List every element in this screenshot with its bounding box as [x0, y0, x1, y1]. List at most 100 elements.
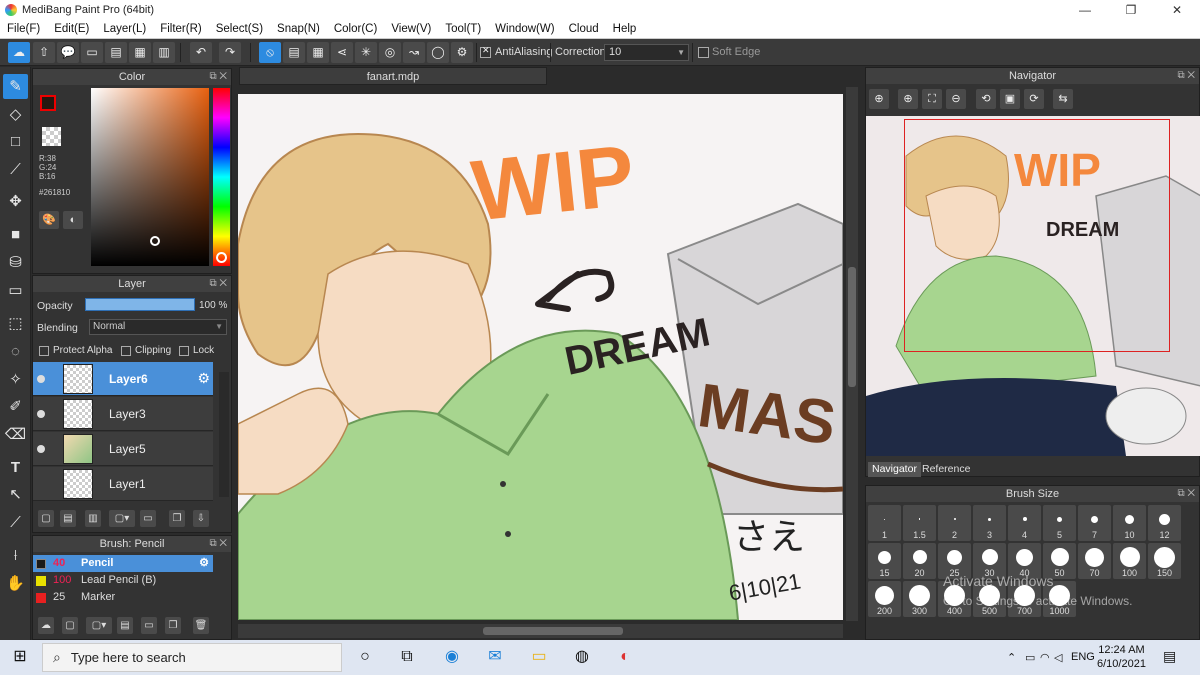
network-icon[interactable]: ◠ [1040, 651, 1050, 664]
volume-icon[interactable]: ◁ [1054, 651, 1062, 664]
hue-slider-knob[interactable] [216, 252, 227, 263]
vanishing-snap-icon[interactable]: ⋖ [331, 42, 353, 63]
text-tool-icon[interactable]: T [3, 455, 28, 480]
delete-brush-icon[interactable]: 🗑 [193, 617, 209, 634]
brush-size-option[interactable]: 2 [938, 505, 971, 541]
notification-icon[interactable]: ▤ [1163, 648, 1176, 665]
clipping-checkbox[interactable]: Clipping [121, 345, 171, 356]
drawing-canvas[interactable]: WIP DREAM MAS さえ 6|10|21 [238, 94, 843, 620]
menu-cloud[interactable]: Cloud [562, 23, 606, 35]
visibility-icon[interactable] [37, 375, 45, 383]
zoom-out-icon[interactable]: ⊖ [946, 89, 966, 109]
canvas-vertical-scrollbar[interactable] [846, 87, 858, 621]
menu-snap[interactable]: Snap(N) [270, 23, 327, 35]
canvas-horizontal-scrollbar[interactable] [238, 624, 843, 638]
brush-size-option[interactable]: 100 [1113, 543, 1146, 579]
mail-icon[interactable]: ✉ [483, 646, 507, 668]
scroll-thumb[interactable] [848, 267, 856, 387]
brush-size-option[interactable]: 10 [1113, 505, 1146, 541]
tab-navigator[interactable]: Navigator [868, 462, 921, 477]
fill-rect-icon[interactable]: ■ [3, 222, 28, 247]
speech-icon[interactable]: ▭ [81, 42, 103, 63]
panel-controls-icon[interactable]: ⧉ ✕ [1177, 486, 1195, 502]
tab-reference[interactable]: Reference [918, 462, 974, 477]
new-layer-8bit-icon[interactable]: ▥ [85, 510, 101, 527]
foreground-color-swatch[interactable] [40, 95, 56, 111]
panel-controls-icon[interactable]: ⧉ ✕ [1177, 68, 1195, 84]
rectangle-select-icon[interactable]: □ [3, 129, 28, 154]
flip-horizontal-icon[interactable]: ⇆ [1053, 89, 1073, 109]
tray-chevron-icon[interactable]: ⌃ [1007, 651, 1016, 664]
grid-snap-icon[interactable]: ▦ [307, 42, 329, 63]
medibang-icon[interactable]: ◐ [613, 646, 637, 668]
new-halftone-layer-icon[interactable]: ▤ [60, 510, 76, 527]
battery-icon[interactable]: ▭ [1025, 651, 1035, 664]
eyedropper-icon[interactable]: ⟊ [3, 543, 28, 568]
file-explorer-icon[interactable]: ▭ [527, 646, 551, 668]
menu-filter[interactable]: Filter(R) [153, 23, 209, 35]
color-settings-icon[interactable]: ◐ [63, 211, 83, 229]
blending-select[interactable]: Normal ▼ [89, 319, 227, 335]
operation-icon[interactable]: ↖ [3, 482, 28, 507]
undo-icon[interactable]: ↶ [190, 42, 212, 63]
taskbar-search[interactable]: ⌕ Type here to search [42, 643, 342, 672]
upload-icon[interactable]: ⇧ [33, 42, 55, 63]
duplicate-brush-icon[interactable]: ❐ [165, 617, 181, 634]
restore-button[interactable]: ❐ [1108, 0, 1154, 20]
brush-size-option[interactable]: 200 [868, 581, 901, 617]
gradient-icon[interactable]: ▭ [3, 278, 28, 303]
select-pen-icon[interactable]: ✐ [3, 394, 28, 419]
select-eraser-icon[interactable]: ⌫ [3, 422, 28, 447]
color-picker-cursor[interactable] [150, 236, 160, 246]
add-brush-menu-icon[interactable]: ▢▾ [86, 617, 112, 634]
menu-view[interactable]: View(V) [384, 23, 438, 35]
lock-checkbox[interactable]: Lock [179, 345, 214, 356]
snap-off-icon[interactable]: ⦸ [259, 42, 281, 63]
layer-row[interactable]: Layer5 [33, 432, 213, 466]
brush-folder-icon[interactable]: ▭ [141, 617, 157, 634]
brush-size-option[interactable]: 5 [1043, 505, 1076, 541]
folder-icon[interactable]: ▭ [140, 510, 156, 527]
chrome-icon[interactable]: ◍ [570, 646, 594, 668]
cloud-brush-icon[interactable]: ☁ [38, 617, 54, 634]
language-indicator[interactable]: ENG [1071, 651, 1095, 663]
merge-layer-icon[interactable]: ⇩ [193, 510, 209, 527]
navigator-preview[interactable]: WIP DREAM [866, 116, 1200, 456]
layer-scrollbar[interactable] [219, 372, 229, 497]
circle-snap-icon[interactable]: ◎ [379, 42, 401, 63]
visibility-icon[interactable] [37, 410, 45, 418]
cloud-icon[interactable]: ☁ [8, 42, 30, 63]
brush-size-option[interactable]: 150 [1148, 543, 1181, 579]
softedge-checkbox[interactable] [698, 47, 709, 58]
brush-size-option[interactable]: 1.5 [903, 505, 936, 541]
duplicate-layer-icon[interactable]: ❐ [169, 510, 185, 527]
menu-select[interactable]: Select(S) [209, 23, 270, 35]
antialiasing-checkbox[interactable] [480, 45, 491, 58]
brush-size-option[interactable]: 7 [1078, 505, 1111, 541]
menu-color[interactable]: Color(C) [327, 23, 384, 35]
correction-select[interactable]: 10 ▼ [604, 44, 689, 61]
layer-row[interactable]: Layer3 [33, 397, 213, 431]
brush-size-option[interactable]: 20 [903, 543, 936, 579]
rotate-right-icon[interactable]: ⟳ [1024, 89, 1044, 109]
panel-icon[interactable]: ▥ [153, 42, 175, 63]
brush-item[interactable]: 100 Lead Pencil (B) [33, 572, 213, 589]
new-brush-icon[interactable]: ▢ [62, 617, 78, 634]
select-rect-icon[interactable]: ⬚ [3, 311, 28, 336]
layer-row[interactable]: Layer6 ⚙ [33, 362, 213, 396]
lasso-icon[interactable]: ◌ [3, 339, 28, 364]
fit-window-icon[interactable]: ⛶ [922, 89, 942, 109]
canvas-tab[interactable]: fanart.mdp [239, 67, 547, 85]
taskbar-clock[interactable]: 12:24 AM 6/10/2021 [1097, 643, 1146, 671]
comment-icon[interactable]: 💬 [57, 42, 79, 63]
layer-row[interactable]: Layer1 [33, 467, 213, 501]
close-button[interactable]: ✕ [1154, 0, 1200, 20]
dot-tool-icon[interactable]: ⟋ [3, 157, 28, 182]
bucket-icon[interactable]: ⛁ [3, 250, 28, 275]
windows-start-icon[interactable]: ⊞ [8, 646, 32, 668]
menu-tool[interactable]: Tool(T) [438, 23, 488, 35]
scroll-thumb[interactable] [483, 627, 623, 635]
ellipse-snap-icon[interactable]: ◯ [427, 42, 449, 63]
brush-settings-icon[interactable]: ⚙ [199, 556, 209, 569]
brush-size-option[interactable]: 1 [868, 505, 901, 541]
